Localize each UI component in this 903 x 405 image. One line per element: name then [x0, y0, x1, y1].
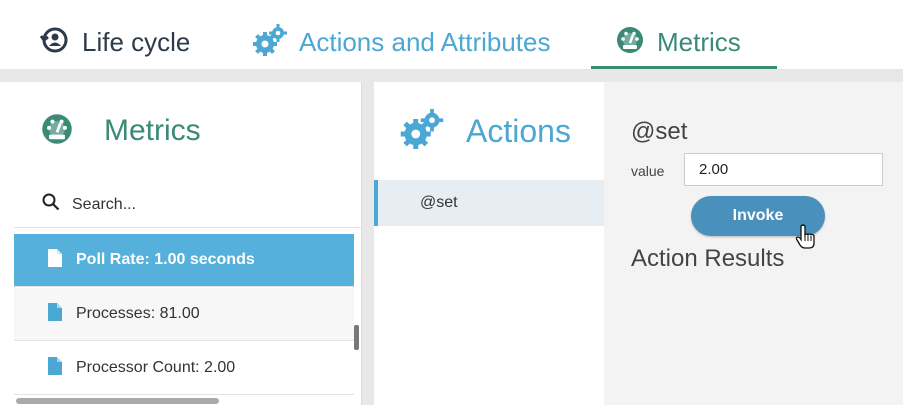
- tab-bar: Life cycle Actions and Attributes Metric…: [0, 0, 903, 70]
- file-icon: [48, 356, 62, 380]
- metric-item-processes[interactable]: Processes: 81.00: [14, 288, 354, 341]
- file-icon: [48, 302, 62, 326]
- metrics-panel-header: Metrics: [14, 82, 362, 180]
- horizontal-scrollbar[interactable]: [16, 398, 219, 404]
- action-results-heading: Action Results: [631, 245, 785, 272]
- active-tab-indicator: [591, 66, 777, 69]
- action-detail-panel: @set value Invoke Action Results: [604, 82, 903, 405]
- gears-icon: [400, 108, 444, 154]
- metrics-panel-title: Metrics: [104, 114, 201, 147]
- metric-label: Processes: 81.00: [76, 305, 200, 322]
- tab-metrics[interactable]: Metrics: [615, 22, 741, 62]
- search-input[interactable]: [72, 195, 322, 214]
- action-item-set[interactable]: @set: [374, 180, 604, 226]
- search-icon: [42, 193, 60, 216]
- gears-icon: [253, 23, 287, 61]
- metric-label: Poll Rate: 1.00 seconds: [76, 251, 255, 268]
- metrics-search: [14, 182, 362, 228]
- file-icon: [48, 248, 62, 272]
- dashboard-icon: [40, 112, 74, 151]
- value-label: value: [631, 163, 665, 179]
- tab-life-cycle[interactable]: Life cycle: [39, 22, 191, 62]
- panel-gap: [0, 70, 903, 82]
- action-detail-title: @set: [631, 118, 688, 145]
- tab-label: Life cycle: [82, 26, 191, 57]
- action-label: @set: [420, 194, 458, 211]
- metric-item-poll-rate[interactable]: Poll Rate: 1.00 seconds: [14, 234, 354, 287]
- metric-item-processor-count[interactable]: Processor Count: 2.00: [14, 342, 354, 395]
- actions-panel: Actions @set: [374, 82, 604, 405]
- tab-label: Actions and Attributes: [299, 26, 551, 57]
- metrics-panel: Metrics Poll Rate: 1.00 seconds Processe…: [14, 82, 362, 405]
- tab-actions-and-attributes[interactable]: Actions and Attributes: [253, 22, 550, 62]
- panel-divider: [362, 82, 374, 405]
- vertical-scrollbar[interactable]: [354, 325, 359, 350]
- hand-pointer-icon: [795, 224, 817, 255]
- value-field[interactable]: [684, 153, 883, 186]
- actions-panel-title: Actions: [466, 112, 571, 149]
- actions-panel-header: Actions: [374, 82, 604, 180]
- dashboard-icon: [615, 25, 645, 60]
- tab-label: Metrics: [657, 26, 741, 57]
- metric-label: Processor Count: 2.00: [76, 359, 236, 376]
- lifecycle-icon: [39, 25, 70, 60]
